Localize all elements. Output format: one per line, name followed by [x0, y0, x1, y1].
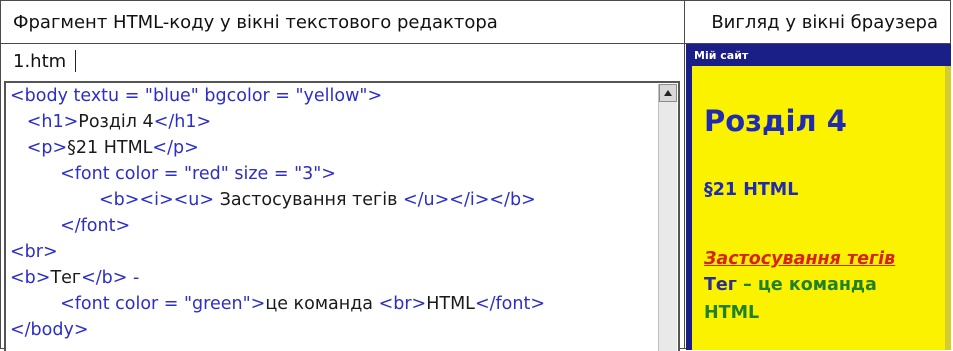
code-text: §21 HTML	[67, 138, 153, 158]
code-text: HTML	[426, 294, 475, 314]
code-tag: <body textu = "blue" bgcolor = "yellow">	[10, 86, 383, 106]
code-tag: <br>	[10, 242, 58, 262]
code-tag: <br>	[378, 294, 427, 314]
code-area[interactable]: <body textu = "blue" bgcolor = "yellow">…	[6, 83, 656, 343]
code-text: Тег	[50, 268, 82, 288]
page-heading: Розділ 4	[704, 104, 847, 138]
code-line[interactable]: </body>	[6, 317, 656, 343]
figure-frame: Фрагмент HTML-коду у вікні текстового ре…	[0, 0, 951, 351]
code-tag: <b>	[10, 268, 51, 288]
code-tag: </b> -	[81, 268, 140, 288]
browser-left-border	[686, 66, 692, 350]
code-tag: <font color = "red" size = "3">	[60, 164, 336, 184]
browser-window: Мій сайт Розділ 4 §21 HTML Застосування …	[686, 44, 951, 350]
browser-caption: Вигляд у вікні браузера	[711, 11, 938, 33]
page-teg-line: Тег – це команда	[704, 275, 877, 295]
code-tag: <font color = "green">	[60, 294, 266, 314]
text-caret	[75, 50, 77, 72]
browser-right-border	[945, 66, 951, 350]
code-line[interactable]: <h1>Розділ 4</h1>	[6, 109, 656, 135]
file-tab-label: 1.htm	[13, 50, 67, 72]
code-tag: </u></i></b>	[402, 190, 536, 210]
code-text: Застосування тегів	[214, 190, 403, 210]
code-tag: </p>	[152, 138, 199, 158]
code-text: Розділ 4	[78, 112, 154, 132]
code-line[interactable]: <br>	[6, 239, 656, 265]
code-tag: </h1>	[153, 112, 212, 132]
code-line[interactable]: <body textu = "blue" bgcolor = "yellow">	[6, 83, 656, 109]
code-tag: <b><i><u>	[99, 190, 215, 210]
code-line[interactable]: <font color = "green">це команда <br>HTM…	[6, 291, 656, 317]
code-line[interactable]: <p>§21 HTML</p>	[6, 135, 656, 161]
divider-vertical	[684, 1, 685, 348]
code-tag: <h1>	[26, 112, 79, 132]
page-styled-text: Застосування тегів	[704, 249, 896, 269]
code-text: це команда	[265, 294, 379, 314]
code-tag: </font>	[474, 294, 545, 314]
arrow-up-icon	[664, 90, 672, 96]
scroll-up-button[interactable]	[659, 84, 677, 102]
code-editor[interactable]: <body textu = "blue" bgcolor = "yellow">…	[4, 81, 680, 351]
code-line[interactable]: </font>	[6, 213, 656, 239]
teg-green-text: – це команда	[736, 275, 877, 295]
code-tag: <p>	[26, 138, 68, 158]
code-line[interactable]: <b>Тег</b> -	[6, 265, 656, 291]
teg-bold-word: Тег	[704, 275, 737, 295]
editor-tab[interactable]: 1.htm	[2, 44, 684, 78]
code-tag: </font>	[60, 216, 131, 236]
code-line[interactable]: <font color = "red" size = "3">	[6, 161, 656, 187]
page-paragraph: §21 HTML	[704, 180, 799, 200]
code-line[interactable]: <b><i><u> Застосування тегів </u></i></b…	[6, 187, 656, 213]
editor-caption: Фрагмент HTML-коду у вікні текстового ре…	[13, 11, 498, 33]
browser-titlebar: Мій сайт	[686, 44, 951, 66]
page-html-line: HTML	[704, 303, 760, 323]
vertical-scrollbar[interactable]	[658, 84, 677, 351]
code-tag: </body>	[10, 320, 89, 340]
